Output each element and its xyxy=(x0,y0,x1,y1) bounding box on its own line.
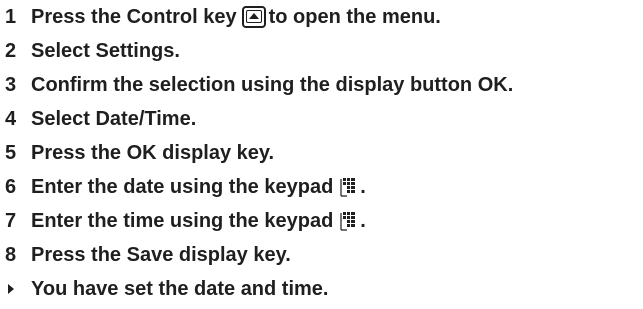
step-1: 1 Press the Control key to open the menu… xyxy=(0,2,441,32)
step-text-part: Enter the date using the keypad xyxy=(31,175,334,198)
step-text: Press the Save display key. xyxy=(31,244,291,267)
step-text-part: Confirm the selection using the display … xyxy=(31,73,478,96)
step-text-part: Press the xyxy=(31,243,127,266)
step-6: 6 Enter the date using the keypad . xyxy=(0,172,366,202)
step-text-part: Select xyxy=(31,107,96,130)
step-bold-term: Settings xyxy=(95,39,175,62)
step-text-part: to open the menu. xyxy=(268,5,441,28)
step-number: 2 xyxy=(5,39,17,62)
step-text: Select Settings. xyxy=(31,40,180,63)
step-text-part: . xyxy=(360,209,366,232)
step-text-part: display key. xyxy=(173,243,291,266)
step-text: Enter the time using the keypad . xyxy=(31,210,366,233)
step-text-part: Enter the time using the keypad xyxy=(31,209,334,232)
step-2: 2 Select Settings. xyxy=(0,36,180,66)
step-text-part: Press the Control key xyxy=(31,5,237,28)
step-number: 3 xyxy=(5,73,17,96)
step-text-part: Press the xyxy=(31,141,127,164)
step-text-part: display key. xyxy=(156,141,275,164)
step-bold-term: OK xyxy=(126,141,157,164)
result-arrow-icon xyxy=(8,284,14,294)
control-key-icon xyxy=(241,6,266,28)
keypad-icon xyxy=(338,176,360,198)
step-text: Press the OK display key. xyxy=(31,142,274,165)
step-5: 5 Press the OK display key. xyxy=(0,138,274,168)
result-text: You have set the date and time. xyxy=(31,277,329,300)
step-text-part: . xyxy=(174,39,180,62)
step-4: 4 Select Date/Time. xyxy=(0,104,196,134)
step-number: 7 xyxy=(5,209,17,232)
step-number: 6 xyxy=(5,175,17,198)
step-text: Select Date/Time. xyxy=(31,108,196,131)
step-text: Press the Control key to open the menu. xyxy=(31,6,441,29)
step-text-part: . xyxy=(360,175,366,198)
step-number: 4 xyxy=(5,107,17,130)
step-number: 8 xyxy=(5,243,17,266)
step-bold-term: Date/Time xyxy=(95,107,191,130)
step-8: 8 Press the Save display key. xyxy=(0,240,291,270)
step-number: 5 xyxy=(5,141,17,164)
step-number: 1 xyxy=(5,5,17,28)
step-text: Enter the date using the keypad . xyxy=(31,176,366,199)
step-7: 7 Enter the time using the keypad . xyxy=(0,206,366,236)
step-text: Confirm the selection using the display … xyxy=(31,74,513,97)
step-text-part: . xyxy=(507,73,514,96)
keypad-icon xyxy=(338,210,360,232)
step-bold-term: Save xyxy=(126,243,174,266)
step-bold-term: OK xyxy=(477,73,508,96)
instruction-steps: 1 Press the Control key to open the menu… xyxy=(0,0,643,309)
step-text-part: Select xyxy=(31,39,96,62)
step-3: 3 Confirm the selection using the displa… xyxy=(0,70,513,100)
step-result: You have set the date and time. xyxy=(0,274,328,304)
step-text-part: . xyxy=(190,107,197,130)
